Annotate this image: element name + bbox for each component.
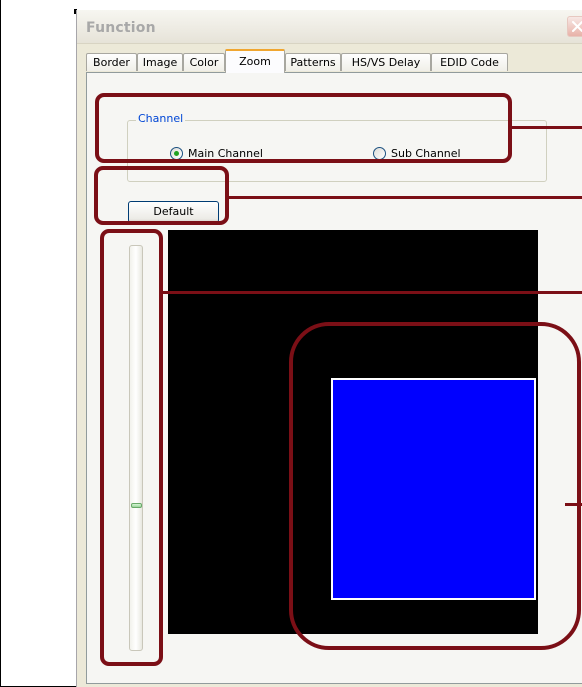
default-callout-box	[94, 166, 229, 225]
tab-image[interactable]: Image	[137, 53, 183, 71]
tab-hs-vs-delay[interactable]: HS/VS Delay	[341, 53, 431, 71]
preview-callout-line	[565, 503, 582, 506]
slider-callout-line	[163, 291, 582, 294]
title-bar[interactable]: Function	[77, 10, 582, 44]
tab-patterns[interactable]: Patterns	[285, 53, 341, 71]
channel-callout-box	[95, 93, 512, 163]
slider-callout-box	[100, 229, 163, 666]
close-icon	[572, 21, 582, 32]
tab-edid-code[interactable]: EDID Code	[431, 53, 508, 71]
window-title: Function	[86, 20, 156, 36]
default-callout-line	[229, 196, 582, 199]
left-border-line	[0, 0, 1, 687]
close-button[interactable]	[567, 16, 582, 37]
page: Function Border Image Color Zoom Pattern…	[0, 0, 582, 687]
tab-color[interactable]: Color	[183, 53, 225, 71]
channel-callout-line	[512, 126, 582, 129]
tab-border[interactable]: Border	[86, 53, 137, 71]
tab-strip: Border Image Color Zoom Patterns HS/VS D…	[86, 49, 582, 73]
preview-callout-box	[289, 322, 581, 650]
tab-zoom[interactable]: Zoom	[225, 49, 285, 73]
